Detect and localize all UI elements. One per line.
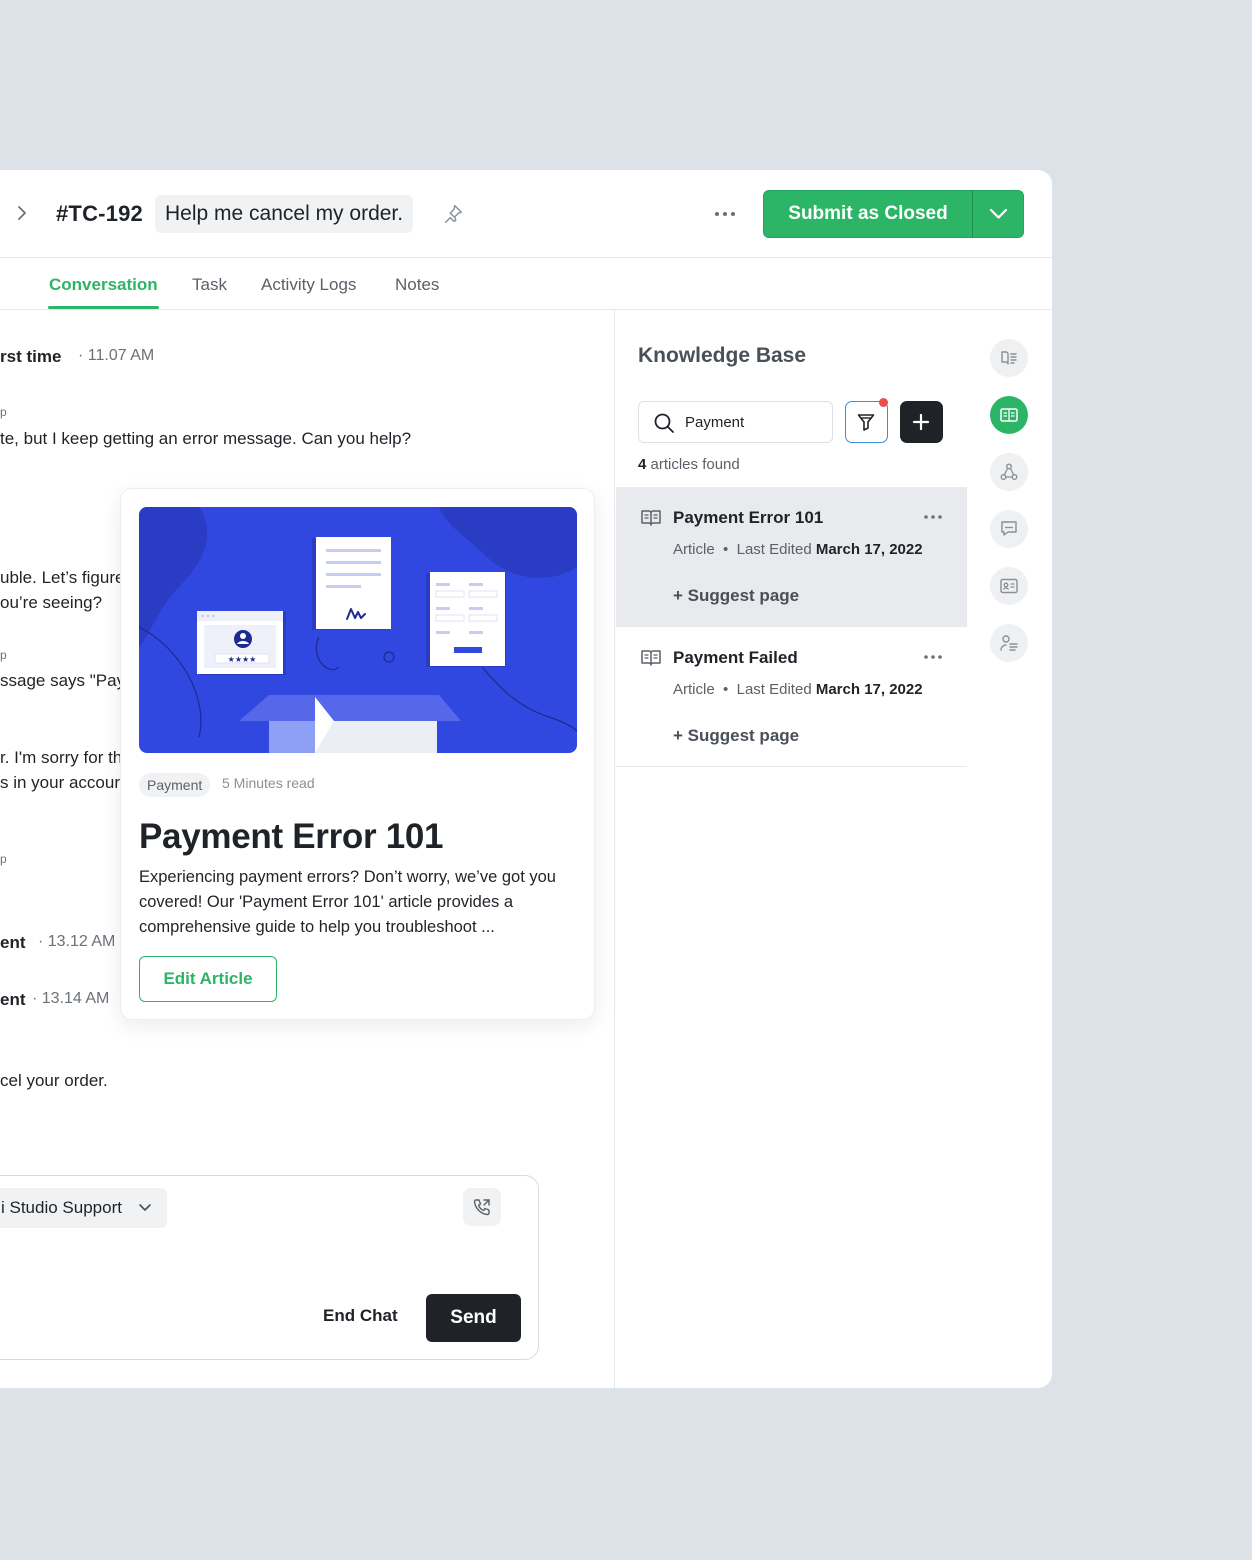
kb-search-input[interactable] (685, 402, 825, 442)
kb-article-type: Article (673, 681, 715, 698)
ticket-tabs: Conversation Task Activity Logs Notes (0, 258, 1052, 310)
search-icon (654, 413, 674, 433)
rail-user-list-button[interactable] (990, 624, 1028, 662)
kb-article-edited-date: March 17, 2022 (815, 681, 923, 698)
message-sender: ent (0, 933, 26, 952)
article-illustration: ★★★★ (139, 507, 577, 753)
more-horizontal-icon[interactable] (922, 509, 944, 525)
read-time: 5 Minutes read (222, 775, 315, 791)
filter-button[interactable] (845, 401, 888, 443)
message-text: ou’re seeing? (0, 593, 103, 612)
suggest-page-link[interactable]: + Suggest page (673, 586, 799, 606)
svg-text:★★★★: ★★★★ (228, 655, 257, 664)
agent-select[interactable]: i Studio Support (0, 1188, 167, 1228)
active-tab-indicator (48, 306, 159, 309)
kb-article-item[interactable]: Payment Error 101 Article • Last Edited … (616, 487, 967, 627)
user-list-icon (1000, 635, 1018, 651)
ticket-id: #TC-192 (56, 201, 143, 226)
send-button[interactable]: Send (426, 1294, 521, 1342)
articles-found-count: 4 articles found (638, 456, 740, 473)
message-text: ssage says "Pay (0, 671, 126, 690)
knowledge-base-title: Knowledge Base (638, 344, 807, 367)
call-button[interactable] (463, 1188, 501, 1226)
tab-task[interactable]: Task (192, 275, 227, 295)
message-meta: p (0, 852, 7, 866)
pin-icon[interactable] (442, 203, 464, 225)
rail-flow-button[interactable] (990, 453, 1028, 491)
filter-icon (857, 414, 875, 431)
end-chat-button[interactable]: End Chat (323, 1306, 398, 1326)
rail-knowledge-button[interactable] (990, 396, 1028, 434)
plus-icon (912, 413, 930, 431)
kb-article-edited-date: March 17, 2022 (815, 541, 923, 558)
phone-icon (473, 1199, 490, 1216)
rail-chat-button[interactable] (990, 510, 1028, 548)
message-text: s in your accour (0, 773, 120, 792)
articles-count-label: articles found (646, 456, 740, 473)
kb-article-title[interactable]: Payment Failed (673, 648, 798, 668)
knowledge-icon (1000, 408, 1018, 422)
kb-article-meta: Article • Last Edited March 17, 2022 (673, 541, 923, 558)
edit-article-button[interactable]: Edit Article (139, 956, 277, 1002)
kb-article-edited-label: Last Edited (736, 541, 812, 558)
chevron-right-icon[interactable] (12, 203, 32, 223)
chevron-down-icon (139, 1204, 151, 1211)
more-horizontal-icon[interactable] (922, 649, 944, 665)
flow-icon (1000, 463, 1018, 480)
message-meta: p (0, 405, 7, 419)
kb-search-box[interactable] (638, 401, 833, 443)
kb-article-edited-label: Last Edited (736, 681, 812, 698)
submit-as-closed-button[interactable]: Submit as Closed (763, 190, 1024, 238)
message-text: uble. Let’s figure (0, 568, 125, 587)
ticket-header: #TC-192 Help me cancel my order. Submit … (0, 170, 1052, 258)
article-excerpt: Experiencing payment errors? Don’t worry… (139, 868, 556, 936)
chat-icon (1001, 521, 1017, 536)
chevron-down-icon[interactable] (973, 191, 1024, 237)
message-time: · 13.14 AM (32, 990, 110, 1007)
ticket-panel: #TC-192 Help me cancel my order. Submit … (0, 170, 1052, 1388)
add-article-button[interactable] (900, 401, 943, 443)
rail-contact-button[interactable] (990, 567, 1028, 605)
message-text: cel your order. (0, 1071, 108, 1090)
rail-guide-button[interactable] (990, 339, 1028, 377)
guide-icon (1001, 351, 1017, 365)
kb-article-item[interactable]: Payment Failed Article • Last Edited Mar… (616, 627, 967, 767)
kb-article-meta: Article • Last Edited March 17, 2022 (673, 681, 923, 698)
contact-card-icon (1000, 578, 1018, 594)
message-sender: rst time (0, 347, 62, 366)
tab-notes[interactable]: Notes (395, 275, 439, 295)
more-horizontal-icon[interactable] (712, 204, 738, 224)
message-time: · 13.12 AM (38, 933, 116, 950)
message-text: te, but I keep getting an error message.… (0, 429, 412, 448)
message-composer[interactable]: i Studio Support End Chat Send (0, 1175, 539, 1360)
suggest-page-link[interactable]: + Suggest page (673, 726, 799, 746)
submit-label[interactable]: Submit as Closed (764, 191, 972, 237)
message-meta: p (0, 648, 7, 662)
agent-select-label: i Studio Support (1, 1198, 122, 1217)
article-preview-card: ★★★★ Payment 5 Minutes read Payment Erro… (120, 488, 595, 1020)
article-tag: Payment (139, 773, 211, 797)
article-title: Payment Error 101 (139, 817, 444, 856)
kb-article-title[interactable]: Payment Error 101 (673, 508, 823, 528)
tab-conversation[interactable]: Conversation (49, 275, 158, 295)
filter-notification-dot (879, 398, 888, 407)
book-icon (641, 510, 661, 526)
book-icon (641, 650, 661, 666)
ticket-title[interactable]: Help me cancel my order. (155, 195, 414, 233)
kb-article-type: Article (673, 541, 715, 558)
knowledge-base-panel: Knowledge Base 4 articles found Payment … (616, 310, 967, 1388)
tab-activity-logs[interactable]: Activity Logs (261, 275, 356, 295)
message-sender: ent (0, 990, 26, 1009)
message-time: · 11.07 AM (78, 347, 155, 364)
message-text: r. I'm sorry for th (0, 748, 123, 767)
